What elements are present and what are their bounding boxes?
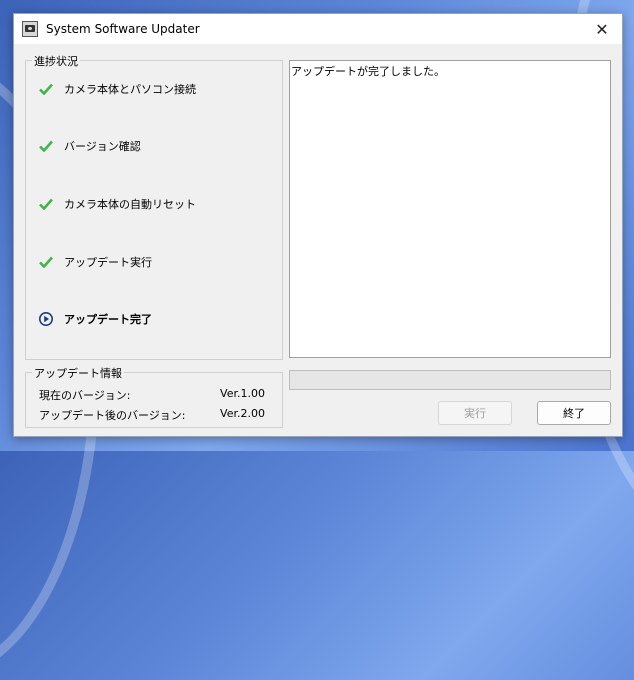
step-label: アップデート完了 bbox=[64, 313, 152, 326]
log-text: アップデートが完了しました。 bbox=[291, 65, 445, 78]
window-title: System Software Updater bbox=[46, 22, 200, 36]
after-version-row: アップデート後のバージョン: Ver.2.00 bbox=[39, 407, 265, 423]
checkmark-icon bbox=[38, 254, 54, 270]
update-progress-bar bbox=[289, 370, 611, 390]
current-version-label: 現在のバージョン: bbox=[39, 389, 131, 402]
after-version-label: アップデート後のバージョン: bbox=[39, 409, 186, 422]
current-version-row: 現在のバージョン: Ver.1.00 bbox=[39, 387, 265, 403]
checkmark-icon bbox=[38, 138, 54, 154]
step-label: バージョン確認 bbox=[64, 140, 141, 153]
update-info-group: アップデート情報 現在のバージョン: Ver.1.00 アップデート後のバージョ… bbox=[25, 365, 283, 428]
checkmark-icon bbox=[38, 81, 54, 97]
step-label: アップデート実行 bbox=[64, 256, 152, 269]
progress-group-title: 進捗状況 bbox=[32, 53, 80, 69]
step-update-complete: アップデート完了 bbox=[38, 311, 152, 327]
step-label: カメラ本体とパソコン接続 bbox=[64, 83, 196, 96]
step-label: カメラ本体の自動リセット bbox=[64, 198, 196, 211]
step-version-check: バージョン確認 bbox=[38, 138, 141, 154]
update-info-title: アップデート情報 bbox=[32, 365, 124, 381]
current-version-value: Ver.1.00 bbox=[220, 387, 265, 400]
progress-group: 進捗状況 カメラ本体とパソコン接続 バージョン確認 カメラ本体の自動リセット ア… bbox=[25, 53, 283, 360]
close-button[interactable]: ✕ bbox=[582, 14, 622, 44]
after-version-value: Ver.2.00 bbox=[220, 407, 265, 420]
log-output[interactable]: アップデートが完了しました。 bbox=[289, 60, 611, 358]
title-bar: System Software Updater ✕ bbox=[14, 14, 622, 44]
checkmark-icon bbox=[38, 196, 54, 212]
current-step-arrow-icon bbox=[38, 311, 54, 327]
step-update-run: アップデート実行 bbox=[38, 254, 152, 270]
updater-window: System Software Updater ✕ 進捗状況 カメラ本体とパソコ… bbox=[13, 13, 623, 437]
step-auto-reset: カメラ本体の自動リセット bbox=[38, 196, 196, 212]
step-camera-connect: カメラ本体とパソコン接続 bbox=[38, 81, 196, 97]
camera-app-icon bbox=[22, 21, 38, 37]
run-button[interactable]: 実行 bbox=[438, 401, 512, 425]
end-button[interactable]: 終了 bbox=[537, 401, 611, 425]
